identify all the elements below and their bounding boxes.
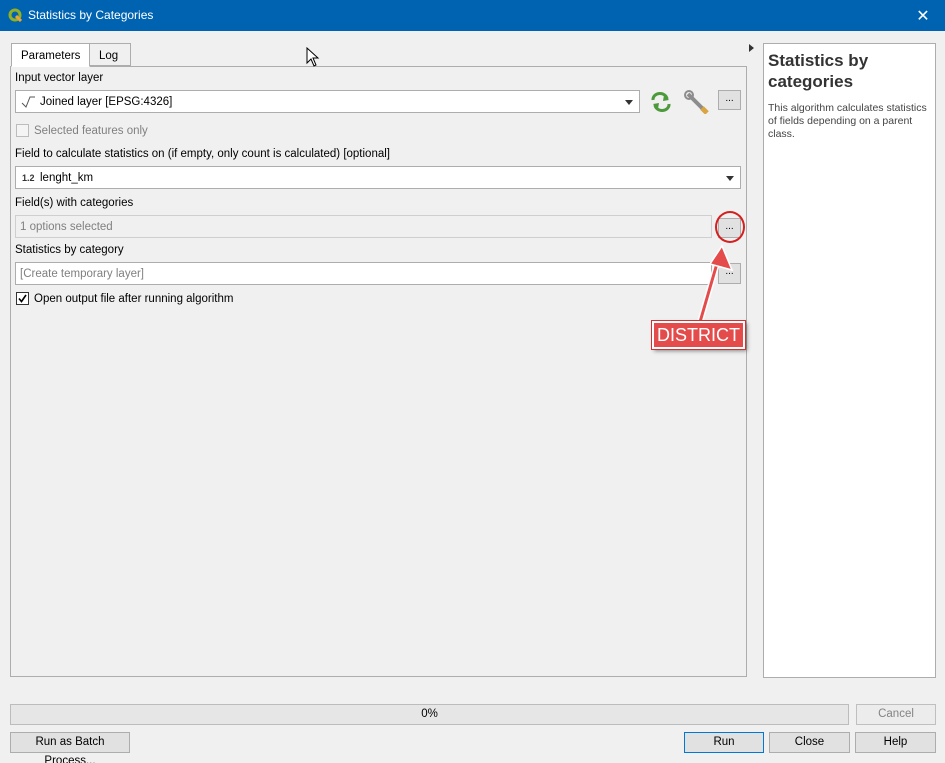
selected-features-label: Selected features only <box>34 125 148 137</box>
input-layer-combo[interactable]: Joined layer [EPSG:4326] <box>15 90 640 113</box>
progress-bar: 0% <box>10 704 849 725</box>
qgis-icon <box>8 8 22 22</box>
stats-field-label: Field to calculate statistics on (if emp… <box>15 148 390 160</box>
mouse-cursor-icon <box>306 47 320 67</box>
input-layer-options-button[interactable]: ... <box>718 90 741 110</box>
stats-field-combo[interactable]: 1.2 lenght_km <box>15 166 741 189</box>
help-button[interactable]: Help <box>855 732 936 753</box>
iterate-icon[interactable] <box>649 91 673 113</box>
output-label: Statistics by category <box>15 244 124 256</box>
categories-label: Field(s) with categories <box>15 197 134 209</box>
help-text: This algorithm calculates statistics of … <box>768 102 927 140</box>
tab-parameters[interactable]: Parameters <box>11 43 91 67</box>
close-window-button[interactable]: ✕ <box>901 0 945 31</box>
selected-features-checkbox[interactable] <box>16 124 29 137</box>
open-output-label: Open output file after running algorithm <box>34 293 234 305</box>
help-title: Statistics by categories <box>768 51 869 91</box>
decimal-field-icon: 1.2 <box>22 173 35 183</box>
input-layer-value: Joined layer [EPSG:4326] <box>40 96 173 108</box>
collapse-arrow-icon[interactable] <box>749 44 755 52</box>
output-field[interactable]: [Create temporary layer] <box>15 262 712 285</box>
input-layer-label: Input vector layer <box>15 72 104 84</box>
categories-field[interactable]: 1 options selected <box>15 215 712 238</box>
categories-value: 1 options selected <box>20 221 113 233</box>
batch-process-button[interactable]: Run as Batch Process... <box>10 732 130 763</box>
close-button[interactable]: Close <box>769 732 850 753</box>
annotation-arrow-icon <box>697 244 734 323</box>
open-output-checkbox[interactable] <box>16 292 29 305</box>
stats-field-value: lenght_km <box>40 172 94 184</box>
chevron-down-icon <box>726 176 734 181</box>
annotation-label: DISTRICT <box>652 321 745 349</box>
line-layer-icon <box>21 96 35 108</box>
cancel-button[interactable]: Cancel <box>856 704 936 725</box>
output-value: [Create temporary layer] <box>20 268 144 280</box>
tab-log[interactable]: Log <box>89 43 131 66</box>
annotation-circle <box>715 211 745 243</box>
title-bar: Statistics by Categories ✕ <box>0 0 945 31</box>
window-title: Statistics by Categories <box>28 8 154 22</box>
run-button[interactable]: Run <box>684 732 764 753</box>
chevron-down-icon <box>625 100 633 105</box>
checkmark-icon <box>18 294 27 303</box>
wrench-icon[interactable] <box>684 90 710 114</box>
help-panel: Statistics by categories This algorithm … <box>763 43 936 678</box>
